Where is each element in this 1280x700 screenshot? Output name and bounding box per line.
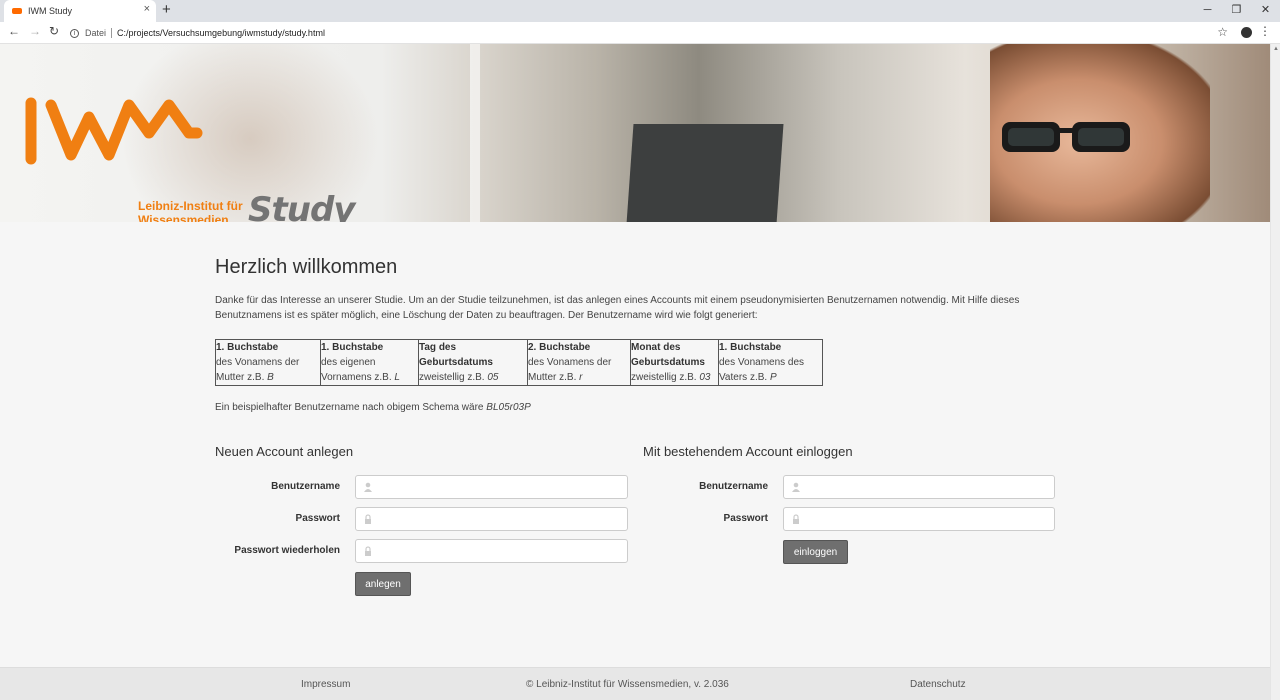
tab-close-icon[interactable]: × xyxy=(144,3,150,15)
example-username: Ein beispielhafter Benutzername nach obi… xyxy=(215,402,1065,413)
example-value: BL05r03P xyxy=(486,402,531,413)
lock-icon xyxy=(793,514,799,524)
register-password-repeat-row: Passwort wiederholen xyxy=(215,539,630,565)
register-username-input[interactable] xyxy=(355,475,628,499)
schema-cell-desc: zweistellig z.B. xyxy=(631,372,697,383)
scroll-up-icon[interactable]: ▲ xyxy=(1273,46,1279,52)
schema-cell-head: 2. Buchstabe xyxy=(528,342,591,353)
register-username-label: Benutzername xyxy=(271,481,340,492)
schema-cell-head: Monat des Geburtsdatums xyxy=(631,342,705,368)
schema-cell: 1. Buchstabe des Vonamens der Mutter z.B.… xyxy=(215,339,321,386)
schema-cell: Tag des Geburtsdatums zweistellig z.B. 05 xyxy=(418,339,528,386)
schema-cell: 1. Buchstabe des eigenen Vornamens z.B. L xyxy=(320,339,419,386)
logo-line1: Leibniz-Institut für xyxy=(138,199,243,213)
register-password-label: Passwort xyxy=(295,513,340,524)
bookmark-star-icon[interactable]: ☆ xyxy=(1217,25,1228,39)
register-password-repeat-label: Passwort wiederholen xyxy=(234,545,340,556)
url-text[interactable]: C:/projects/Versuchsumgebung/iwmstudy/st… xyxy=(117,28,325,38)
browser-menu-icon[interactable]: ⋮ xyxy=(1259,24,1271,38)
browser-toolbar: ← → ↻ i Datei C:/projects/Versuchsumgebu… xyxy=(0,22,1280,44)
schema-cell-example: 05 xyxy=(487,372,499,383)
scheme-label: Datei xyxy=(85,28,107,38)
schema-cell-desc: des Vonamens der Mutter z.B. xyxy=(528,357,612,383)
schema-cell-desc: des Vonamens des Vaters z.B. xyxy=(719,357,805,383)
username-schema-table: 1. Buchstabe des Vonamens der Mutter z.B.… xyxy=(215,339,823,386)
browser-tab[interactable]: IWM Study × xyxy=(4,0,156,22)
intro-text: Danke für das Interesse an unserer Studi… xyxy=(215,295,1020,321)
schema-cell: 2. Buchstabe des Vonamens der Mutter z.B.… xyxy=(527,339,631,386)
logo-subtitle: Leibniz-Institut für Wissensmedien xyxy=(138,199,243,222)
address-divider xyxy=(111,28,113,38)
logo-study: Study xyxy=(248,190,355,222)
schema-cell: Monat des Geburtsdatums zweistellig z.B. … xyxy=(630,339,719,386)
login-username-input[interactable] xyxy=(783,475,1055,499)
schema-cell-desc: zweistellig z.B. xyxy=(419,372,485,383)
schema-cell-desc: des Vonamens der Mutter z.B. xyxy=(216,357,300,383)
imprint-link[interactable]: Impressum xyxy=(301,679,350,690)
restore-button[interactable]: ❐ xyxy=(1222,0,1251,22)
privacy-link[interactable]: Datenschutz xyxy=(910,679,966,690)
back-arrow-icon[interactable]: ← xyxy=(8,24,20,38)
example-text: Ein beispielhafter Benutzername nach obi… xyxy=(215,402,484,413)
new-tab-button[interactable]: + xyxy=(162,1,171,18)
schema-cell-example: r xyxy=(579,372,583,383)
user-icon xyxy=(792,482,800,492)
schema-cell-head: 1. Buchstabe xyxy=(719,342,782,353)
lock-icon xyxy=(365,546,371,556)
schema-cell-example: L xyxy=(394,372,400,383)
login-password-row: Passwort xyxy=(643,507,1058,533)
profile-icon[interactable] xyxy=(1241,27,1252,38)
login-password-input[interactable] xyxy=(783,507,1055,531)
address-bar[interactable]: i Datei C:/projects/Versuchsumgebung/iwm… xyxy=(70,24,1230,42)
register-button[interactable]: anlegen xyxy=(355,572,411,596)
page-title: Herzlich willkommen xyxy=(215,256,398,278)
reload-icon[interactable]: ↻ xyxy=(49,24,59,38)
schema-cell-head: Tag des Geburtsdatums xyxy=(419,342,493,368)
login-password-label: Passwort xyxy=(723,513,768,524)
banner-board xyxy=(626,124,784,222)
login-username-label: Benutzername xyxy=(699,481,768,492)
forward-arrow-icon[interactable]: → xyxy=(29,24,41,38)
lock-icon xyxy=(365,514,371,524)
register-password-repeat-input[interactable] xyxy=(355,539,628,563)
page-footer: Impressum © Leibniz-Institut für Wissens… xyxy=(0,667,1270,700)
page-scrollbar[interactable]: ▲ xyxy=(1270,44,1280,700)
schema-cell: 1. Buchstabe des Vonamens des Vaters z.B.… xyxy=(718,339,823,386)
minimize-button[interactable]: ─ xyxy=(1193,0,1222,22)
schema-cell-example: P xyxy=(769,372,777,383)
favicon-icon xyxy=(12,8,22,14)
register-form: Neuen Account anlegen xyxy=(215,444,353,459)
close-window-button[interactable]: ✕ xyxy=(1251,0,1280,22)
banner-glasses xyxy=(1002,122,1130,152)
schema-cell-head: 1. Buchstabe xyxy=(216,342,279,353)
banner-light xyxy=(470,44,480,222)
copyright-text: © Leibniz-Institut für Wissensmedien, v.… xyxy=(526,679,729,690)
login-form: Mit bestehendem Account einloggen xyxy=(643,444,853,459)
register-title: Neuen Account anlegen xyxy=(215,444,354,459)
user-icon xyxy=(364,482,372,492)
login-username-row: Benutzername xyxy=(643,475,1058,501)
schema-cell-head: 1. Buchstabe xyxy=(321,342,384,353)
register-password-input[interactable] xyxy=(355,507,628,531)
register-password-row: Passwort xyxy=(215,507,630,533)
iwm-logo xyxy=(25,97,203,165)
window-controls: ─ ❐ ✕ xyxy=(1193,0,1280,22)
header-banner: Leibniz-Institut für Wissensmedien Study xyxy=(0,44,1270,222)
register-username-row: Benutzername xyxy=(215,475,630,501)
welcome-section: Herzlich willkommen Danke für das Intere… xyxy=(215,256,1065,413)
logo-line2: Wissensmedien xyxy=(138,213,229,222)
login-button[interactable]: einloggen xyxy=(783,540,848,564)
login-title: Mit bestehendem Account einloggen xyxy=(643,444,853,459)
tab-title: IWM Study xyxy=(28,6,73,16)
schema-cell-example: 03 xyxy=(699,372,711,383)
schema-cell-desc: des eigenen Vornamens z.B. xyxy=(321,357,392,383)
schema-cell-example: B xyxy=(267,372,274,383)
info-icon[interactable]: i xyxy=(70,28,79,38)
browser-tabstrip: IWM Study × + ─ ❐ ✕ xyxy=(0,0,1280,22)
